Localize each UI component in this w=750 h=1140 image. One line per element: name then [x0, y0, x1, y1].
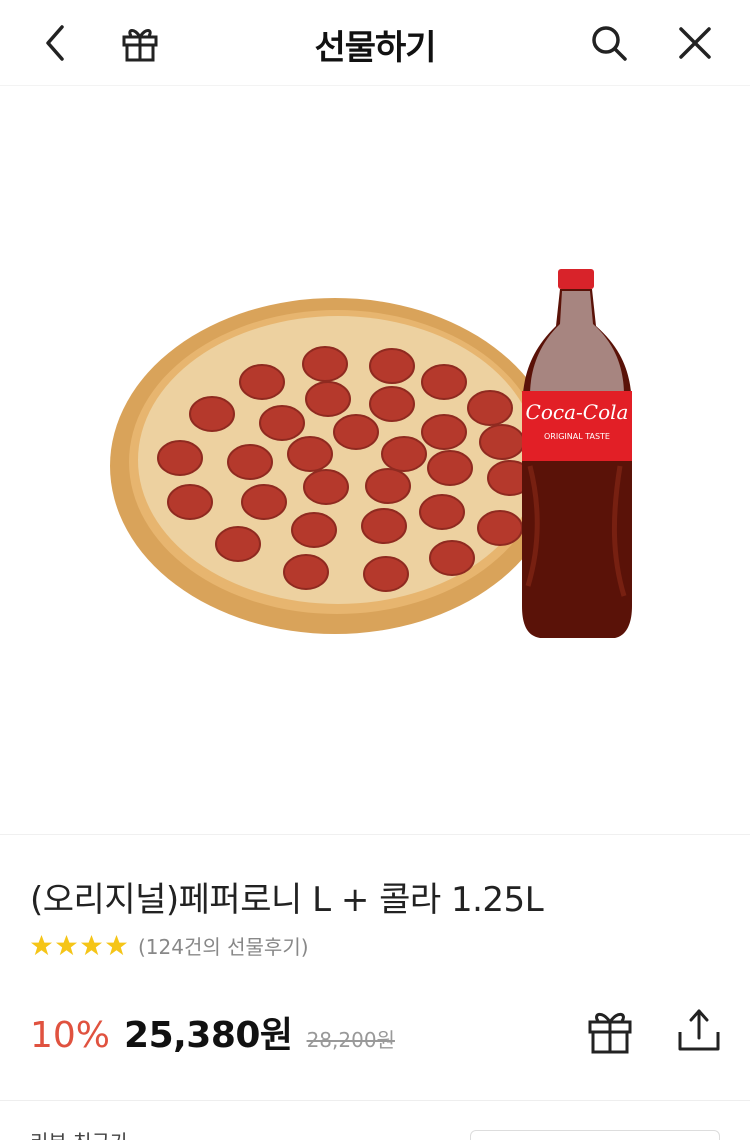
star-icon	[105, 934, 128, 955]
gift-action-button[interactable]	[584, 1006, 636, 1056]
star-icon	[55, 934, 78, 955]
close-icon	[679, 27, 711, 59]
divider	[0, 834, 750, 835]
share-icon	[678, 1009, 720, 1051]
top-bar: 선물하기	[0, 0, 750, 86]
footer-text: 리뷰 친구가 ...	[30, 1126, 154, 1140]
star-icon	[30, 934, 53, 955]
product-name: (오리지널)페퍼로니 L + 콜라 1.25L	[30, 880, 544, 920]
gift-icon	[588, 1012, 632, 1054]
original-price: 28,200원	[306, 1028, 395, 1052]
cola-bottle-image: Coca-Cola ORIGINAL TASTE	[522, 269, 632, 638]
bottle-sublabel: ORIGINAL TASTE	[544, 432, 610, 441]
share-button[interactable]	[674, 1006, 724, 1056]
discount-rate: 10%	[30, 1015, 111, 1056]
star-icon	[80, 934, 103, 955]
rating-row[interactable]: (124건의 선물후기)	[30, 930, 309, 960]
bottle-label: Coca-Cola	[526, 400, 629, 424]
search-icon	[592, 26, 627, 61]
divider	[0, 1100, 750, 1101]
sale-price: 25,380원	[124, 1015, 293, 1056]
price-row: 10% 25,380원 28,200원	[30, 1006, 395, 1056]
close-button[interactable]	[670, 18, 720, 68]
product-image[interactable]: Coca-Cola ORIGINAL TASTE	[0, 86, 750, 834]
footer-button[interactable]	[470, 1130, 720, 1140]
pizza-image	[110, 298, 560, 634]
page-title: 선물하기	[314, 28, 436, 68]
rating-stars	[30, 934, 128, 957]
review-count[interactable]: (124건의 선물후기)	[138, 931, 309, 960]
search-button[interactable]	[584, 18, 634, 68]
